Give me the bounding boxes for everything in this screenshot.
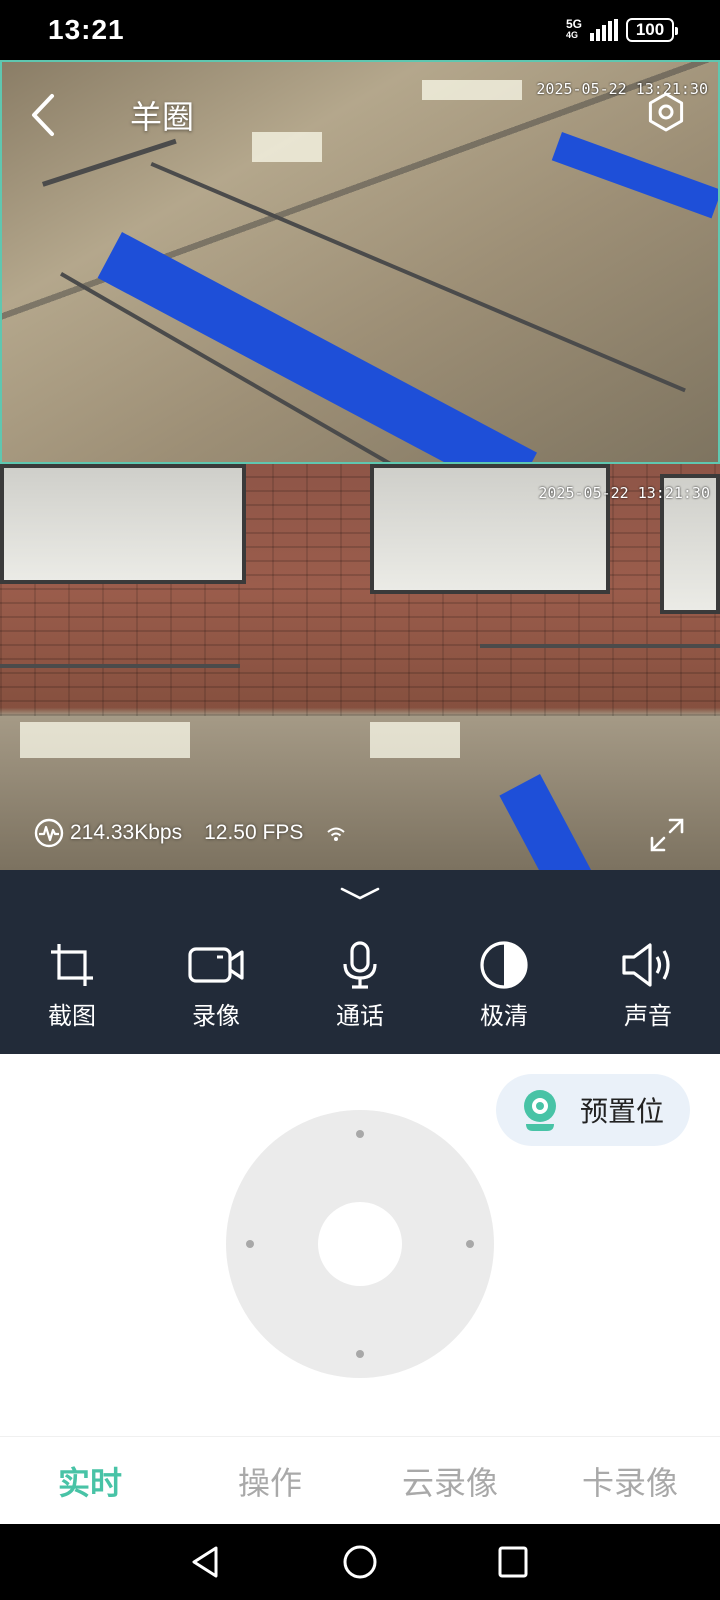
nav-home-icon[interactable] (342, 1544, 378, 1580)
status-indicators: 5G 4G 100 (565, 17, 678, 42)
battery-icon: 100 (626, 18, 678, 42)
bitrate-activity-icon (34, 818, 64, 848)
control-buttons: 截图 录像 通话 极清 声音 (0, 940, 720, 1031)
webcam-icon (524, 1090, 556, 1131)
stream-stats: 214.33Kbps 12.50 FPS (34, 818, 347, 848)
screenshot-label: 截图 (48, 1002, 96, 1030)
feed-scenery (42, 138, 177, 187)
screenshot-button[interactable]: 截图 (0, 940, 144, 1031)
status-time: 13:21 (48, 14, 125, 45)
battery-level: 100 (635, 20, 665, 39)
video-camera-icon (188, 947, 244, 983)
feed-scenery (252, 132, 322, 162)
camera-feed-1[interactable]: 2025-05-22 13:21:30 羊圈 (0, 60, 720, 464)
quality-label: 极清 (480, 1002, 528, 1030)
record-button[interactable]: 录像 (144, 940, 288, 1031)
fullscreen-icon[interactable] (648, 816, 686, 854)
ptz-down-dot[interactable] (356, 1350, 364, 1358)
network-4g-label: 4G (565, 30, 578, 40)
feed-scenery (480, 644, 720, 648)
talk-label: 通话 (336, 1002, 384, 1030)
ptz-left-dot[interactable] (246, 1240, 254, 1248)
speaker-icon (622, 943, 670, 987)
feed-scenery (20, 722, 190, 758)
network-type: 5G 4G (565, 17, 582, 41)
feed-scenery (150, 162, 686, 393)
microphone-icon (343, 941, 377, 989)
crop-icon (51, 944, 93, 986)
camera-title: 羊圈 (130, 98, 195, 136)
control-bar: 截图 录像 通话 极清 声音 (0, 870, 720, 1054)
nav-back-icon[interactable] (188, 1544, 222, 1580)
status-bar: 13:21 5G 4G 100 (0, 0, 720, 60)
ptz-center[interactable] (318, 1202, 402, 1286)
feed-scenery (370, 722, 460, 758)
tab-cloud-recording[interactable]: 云录像 (360, 1437, 540, 1524)
ptz-joystick[interactable] (226, 1110, 494, 1378)
preset-label: 预置位 (580, 1095, 665, 1128)
contrast-icon (480, 941, 528, 989)
preset-button[interactable]: 预置位 (496, 1074, 690, 1146)
feed-scenery (0, 664, 240, 668)
tab-operation[interactable]: 操作 (180, 1437, 360, 1524)
talk-button[interactable]: 通话 (288, 940, 432, 1031)
nav-recents-icon[interactable] (496, 1544, 530, 1580)
feed-scenery (499, 774, 602, 870)
record-label: 录像 (192, 1002, 240, 1030)
feed-scenery (97, 232, 537, 462)
bottom-tabs: 实时 操作 云录像 卡录像 (0, 1436, 720, 1524)
network-5g-label: 5G (565, 17, 582, 31)
bitrate-value: 214.33Kbps (70, 821, 183, 844)
tab-card-recording[interactable]: 卡录像 (540, 1437, 720, 1524)
ptz-up-dot[interactable] (356, 1130, 364, 1138)
ptz-right-dot[interactable] (466, 1240, 474, 1248)
signal-icon (590, 19, 618, 41)
camera-feed-2[interactable]: 2025-05-22 13:21:30 214.33Kbps 12.50 FPS (0, 464, 720, 870)
feed-scenery (551, 132, 718, 219)
back-arrow-icon[interactable] (24, 90, 64, 140)
feed-scenery (0, 464, 246, 584)
feed-timestamp: 2025-05-22 13:21:30 (538, 484, 710, 502)
tab-live[interactable]: 实时 (0, 1437, 180, 1524)
sound-label: 声音 (624, 1002, 672, 1030)
chevron-down-icon[interactable] (338, 884, 382, 904)
system-navigation-bar (0, 1524, 720, 1600)
sound-button[interactable]: 声音 (576, 940, 720, 1031)
settings-icon[interactable] (644, 90, 688, 134)
feed-scenery (422, 80, 522, 100)
fps-value: 12.50 FPS (204, 821, 304, 844)
wifi-icon (327, 827, 346, 841)
quality-button[interactable]: 极清 (432, 940, 576, 1031)
